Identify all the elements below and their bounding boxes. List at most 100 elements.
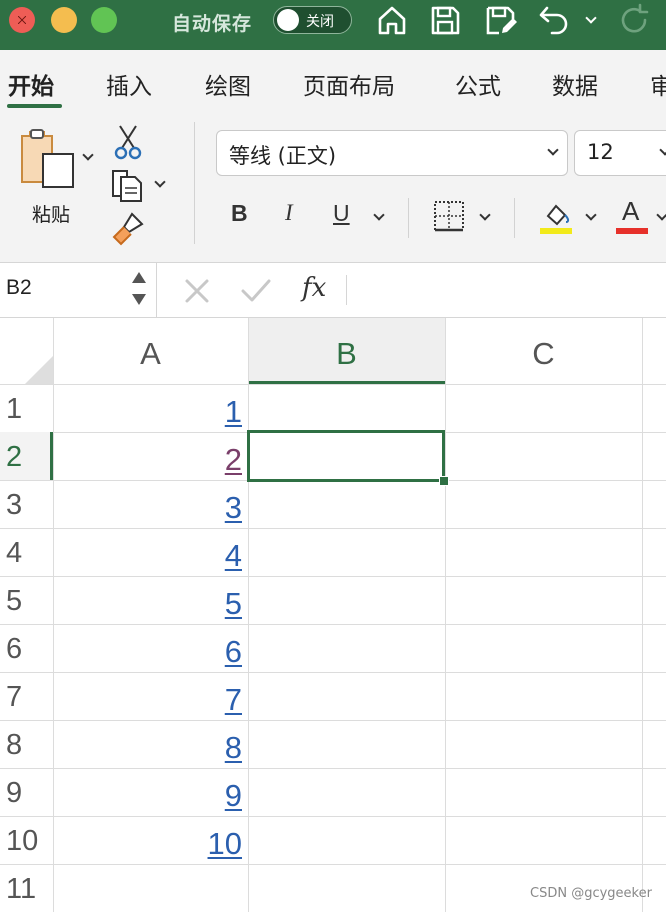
save-as-icon[interactable] (482, 2, 518, 38)
cell-c5[interactable] (445, 576, 642, 624)
hyperlink[interactable]: 8 (225, 730, 242, 766)
row-header-4[interactable]: 4 (0, 528, 53, 576)
name-box-up-icon[interactable] (132, 272, 146, 283)
row-header-10[interactable]: 10 (0, 816, 53, 864)
cell-c7[interactable] (445, 672, 642, 720)
cell-a2[interactable]: 2 (53, 432, 248, 480)
hyperlink[interactable]: 1 (225, 394, 242, 430)
cell-a3[interactable]: 3 (53, 480, 248, 528)
paste-icon[interactable] (18, 128, 78, 190)
formula-divider (346, 275, 347, 305)
cell-a6[interactable]: 6 (53, 624, 248, 672)
cell-c1[interactable] (445, 384, 642, 432)
cell-b7[interactable] (248, 672, 445, 720)
cell-a1[interactable]: 1 (53, 384, 248, 432)
cell-b5[interactable] (248, 576, 445, 624)
ribbon-tab-bar: 开始 插入 绘图 页面布局 公式 数据 审 (0, 50, 666, 116)
tab-data[interactable]: 数据 (552, 67, 598, 101)
font-color-label: A (622, 196, 640, 226)
format-painter-icon[interactable] (112, 212, 146, 246)
cell-b11[interactable] (248, 864, 445, 912)
cell-c4[interactable] (445, 528, 642, 576)
cell-b4[interactable] (248, 528, 445, 576)
close-window-button[interactable] (9, 7, 35, 33)
row-header-1[interactable]: 1 (0, 384, 53, 432)
enter-icon[interactable] (240, 277, 272, 305)
cell-a10[interactable]: 10 (53, 816, 248, 864)
cell-a8[interactable]: 8 (53, 720, 248, 768)
select-all-button[interactable] (0, 318, 53, 384)
tab-draw[interactable]: 绘图 (205, 67, 251, 101)
row-header-11[interactable]: 11 (0, 864, 53, 912)
undo-icon[interactable] (537, 2, 573, 38)
fill-color-icon[interactable] (540, 200, 572, 236)
cell-b3[interactable] (248, 480, 445, 528)
redo-icon[interactable] (616, 2, 652, 38)
undo-dropdown-icon[interactable] (585, 12, 597, 24)
home-icon[interactable] (374, 2, 410, 38)
tab-page-layout[interactable]: 页面布局 (303, 67, 395, 101)
font-name-dropdown[interactable]: 等线 (正文) (216, 130, 568, 176)
underline-button[interactable]: U (333, 200, 350, 227)
fill-handle[interactable] (439, 476, 449, 486)
paste-label[interactable]: 粘贴 (32, 200, 70, 227)
italic-button[interactable]: I (285, 200, 293, 226)
cell-b6[interactable] (248, 624, 445, 672)
autosave-toggle[interactable]: 关闭 (273, 6, 352, 34)
tab-review[interactable]: 审 (650, 67, 666, 101)
copy-icon[interactable] (110, 168, 148, 202)
tab-home[interactable]: 开始 (8, 67, 54, 101)
minimize-window-button[interactable] (51, 7, 77, 33)
cell-c9[interactable] (445, 768, 642, 816)
hyperlink[interactable]: 6 (225, 634, 242, 670)
cell-a11[interactable] (53, 864, 248, 912)
row-header-8[interactable]: 8 (0, 720, 53, 768)
cell-c8[interactable] (445, 720, 642, 768)
row-header-2[interactable]: 2 (0, 432, 53, 480)
row-header-7[interactable]: 7 (0, 672, 53, 720)
hyperlink[interactable]: 2 (225, 442, 242, 478)
name-box[interactable]: B2 (0, 263, 157, 317)
cell-a9[interactable]: 9 (53, 768, 248, 816)
column-header-d[interactable] (642, 318, 666, 384)
insert-function-button[interactable]: fx (302, 273, 326, 303)
font-size-dropdown[interactable]: 12 (574, 130, 666, 176)
row-header-6[interactable]: 6 (0, 624, 53, 672)
formula-input[interactable] (360, 269, 660, 309)
hyperlink[interactable]: 9 (225, 778, 242, 814)
cell-c6[interactable] (445, 624, 642, 672)
font-color-icon[interactable]: A (616, 196, 650, 236)
cancel-icon[interactable] (183, 277, 211, 305)
cell-b9[interactable] (248, 768, 445, 816)
hyperlink[interactable]: 10 (208, 826, 242, 862)
borders-icon[interactable] (433, 200, 465, 232)
active-cell-b2[interactable] (247, 430, 445, 482)
cell-a5[interactable]: 5 (53, 576, 248, 624)
cell-a7[interactable]: 7 (53, 672, 248, 720)
cut-icon[interactable] (114, 124, 142, 160)
cell-b8[interactable] (248, 720, 445, 768)
zoom-window-button[interactable] (91, 7, 117, 33)
hyperlink[interactable]: 5 (225, 586, 242, 622)
hyperlink[interactable]: 3 (225, 490, 242, 526)
row-header-3[interactable]: 3 (0, 480, 53, 528)
tab-formulas[interactable]: 公式 (455, 67, 501, 101)
hyperlink[interactable]: 7 (225, 682, 242, 718)
column-header-b[interactable]: B (248, 318, 445, 384)
cell-c10[interactable] (445, 816, 642, 864)
cell-b10[interactable] (248, 816, 445, 864)
cell-a4[interactable]: 4 (53, 528, 248, 576)
hyperlink[interactable]: 4 (225, 538, 242, 574)
row-header-9[interactable]: 9 (0, 768, 53, 816)
cell-c2[interactable] (445, 432, 642, 480)
column-header-c[interactable]: C (445, 318, 642, 384)
save-icon[interactable] (427, 2, 463, 38)
column-header-a[interactable]: A (53, 318, 248, 384)
name-box-down-icon[interactable] (132, 294, 146, 305)
bold-button[interactable]: B (231, 200, 248, 227)
cell-b1[interactable] (248, 384, 445, 432)
cell-c3[interactable] (445, 480, 642, 528)
row-header-5[interactable]: 5 (0, 576, 53, 624)
ribbon-divider (194, 122, 195, 244)
tab-insert[interactable]: 插入 (106, 67, 152, 101)
